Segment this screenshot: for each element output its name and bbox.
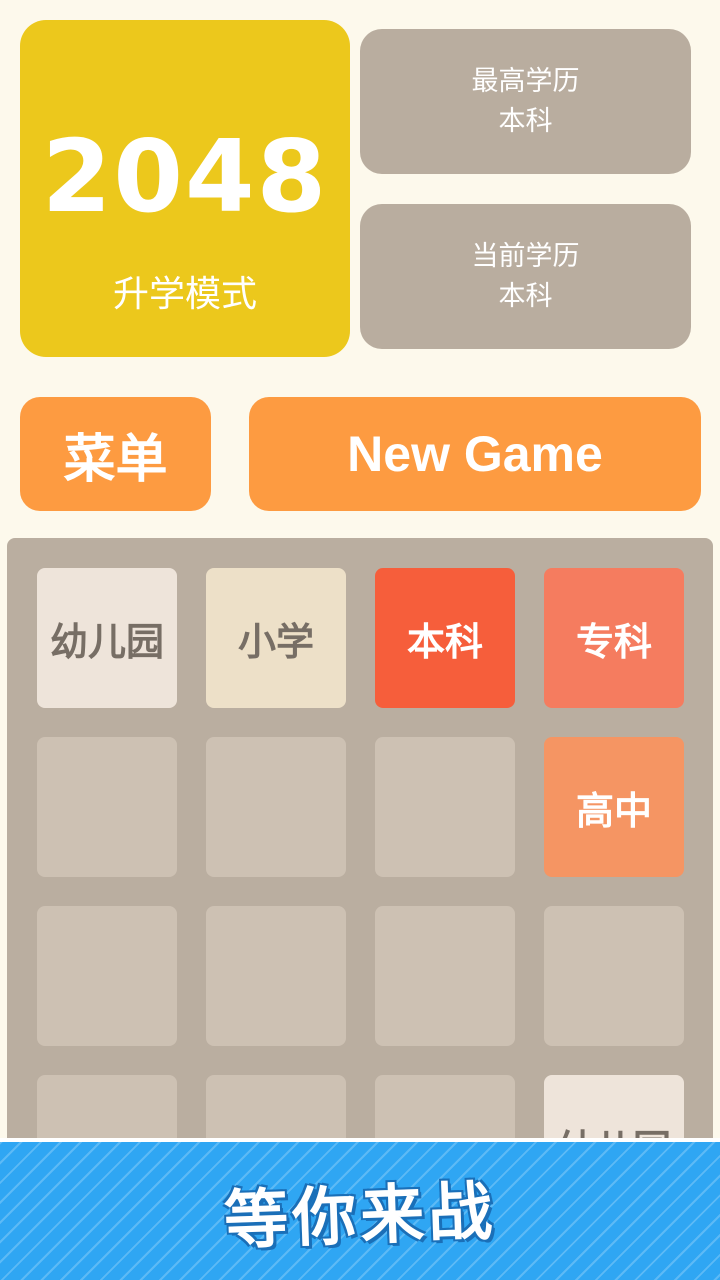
mode-label: 升学模式 xyxy=(112,274,257,315)
best-score-label: 最高学历 xyxy=(471,65,580,97)
board-cell xyxy=(544,906,684,1046)
game-logo-tile: 2048 升学模式 xyxy=(20,20,350,357)
board-cell xyxy=(375,906,515,1046)
board-cell xyxy=(37,906,177,1046)
logo-number: 2048 xyxy=(41,118,329,235)
board-tile: 幼儿园 xyxy=(37,568,177,708)
board-tile: 高中 xyxy=(544,737,684,877)
menu-button[interactable]: 菜单 xyxy=(20,397,211,511)
board-tile: 专科 xyxy=(544,568,684,708)
promo-banner: 等你来战 xyxy=(0,1138,720,1280)
banner-text: 等你来战 xyxy=(223,1175,498,1259)
current-score-label: 当前学历 xyxy=(471,240,580,272)
board-cell xyxy=(375,737,515,877)
current-score-value: 本科 xyxy=(498,280,553,312)
new-game-button[interactable]: New Game xyxy=(249,397,701,511)
board-tile: 本科 xyxy=(375,568,515,708)
board-cell xyxy=(206,737,346,877)
board-cell xyxy=(37,737,177,877)
current-score-box: 当前学历 本科 xyxy=(360,204,691,349)
board-cell xyxy=(206,906,346,1046)
board-tile: 小学 xyxy=(206,568,346,708)
best-score-box: 最高学历 本科 xyxy=(360,29,691,174)
best-score-value: 本科 xyxy=(498,105,553,137)
